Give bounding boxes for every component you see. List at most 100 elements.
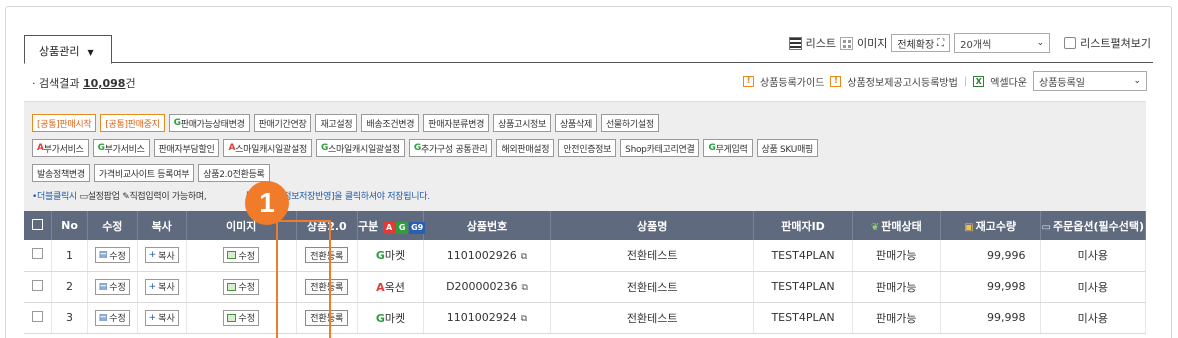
product-name-cell[interactable]: 전환테스트 (550, 302, 755, 334)
image-edit-button[interactable]: 수정 (223, 309, 260, 326)
edit-cell: ▤ 수정 (87, 302, 138, 334)
product20-register-button[interactable]: 상품2.0전환등록 (198, 164, 270, 182)
row-select (24, 302, 52, 334)
button-label: 부가서비스 (104, 144, 145, 155)
sale-status-cell[interactable]: 판매가능 (852, 240, 941, 272)
convert-register-button[interactable]: 전환등록 (305, 247, 349, 264)
stock-cell[interactable]: 99,998 (940, 271, 1041, 303)
weight-input-button[interactable]: G 무게입력 (703, 139, 753, 157)
edit-button[interactable]: ▤ 수정 (94, 278, 130, 295)
sort-select[interactable]: 상품등록일 ⌄ (1033, 71, 1147, 91)
select-all-checkbox[interactable] (31, 218, 43, 230)
auction-mark: A (376, 280, 385, 294)
expand-icon: ⛶ (937, 37, 945, 49)
view-controls: 리스트 이미지 전체확장 ⛶ 20개씩 ⌄ 리스트펼쳐보기 (788, 33, 1151, 53)
expand-all-button[interactable]: 전체확장 ⛶ (891, 34, 951, 52)
type-text: 마켓 (384, 311, 406, 325)
order-option-cell: 미사용 (1040, 271, 1147, 303)
auction-logo-icon: A (383, 221, 396, 234)
product-name-cell[interactable]: 전환테스트 (550, 240, 755, 272)
action-button-panel: [공통]판매시작 [공통]판매중지 G 판매가능상태변경 판매기간연장 재고설정 … (24, 101, 1146, 211)
list-expand-checkbox[interactable] (1064, 37, 1077, 49)
table-row: 2 ▤ 수정 + 복사 수정 전환등록 A옥션 D200000236 ⧉ 전환테스트 … (24, 271, 1147, 303)
button-label: 판매가능상태변경 (180, 119, 245, 130)
price-compare-button[interactable]: 가격비교사이트 등록여부 (93, 164, 195, 182)
gift-setting-button[interactable]: 선물하기설정 (600, 114, 659, 132)
step-number-badge: 1 (245, 181, 289, 225)
row-checkbox[interactable] (31, 279, 43, 291)
product-no-link[interactable]: D200000236 (446, 280, 517, 293)
image-edit-button[interactable]: 수정 (223, 278, 260, 295)
copy-button[interactable]: + 복사 (144, 247, 179, 264)
copy-button[interactable]: + 복사 (144, 278, 179, 295)
product-no-link[interactable]: 1101002926 (447, 249, 517, 262)
product-no-link[interactable]: 1101002924 (447, 311, 517, 324)
image-cell: 수정 (186, 302, 297, 334)
button-label: 무게입력 (715, 144, 748, 155)
edit-button[interactable]: ▤ 수정 (94, 309, 130, 326)
header-type-label: 구분 (358, 219, 379, 233)
row-checkbox[interactable] (31, 248, 43, 260)
expand-all-label: 전체확장 (897, 39, 935, 51)
product-no-cell: D200000236 ⧉ (423, 271, 552, 303)
sale-status-cell[interactable]: 판매가능 (852, 271, 941, 303)
row-checkbox[interactable] (31, 310, 43, 322)
seller-category-button[interactable]: 판매자분류변경 (423, 114, 490, 132)
shop-category-button[interactable]: Shop카테고리연결 (620, 139, 700, 157)
image-edit-button[interactable]: 수정 (223, 247, 260, 264)
sale-status-cell[interactable]: 판매가능 (852, 302, 941, 334)
per-page-select[interactable]: 20개씩 ⌄ (954, 33, 1051, 53)
header-sale-status: ❦ 판매상태 (852, 211, 941, 240)
copy-cell: + 복사 (137, 240, 187, 272)
shipping-change-button[interactable]: 배송조건변경 (361, 114, 420, 132)
product-notice-button[interactable]: 상품고시정보 (493, 114, 552, 132)
addon-common-button[interactable]: G 추가구성 공통관리 (408, 139, 493, 157)
note-text: 직접입력이 가능하며, (129, 192, 207, 202)
help-note: •더블클릭시 ▭설정팝업 ✎직접입력이 가능하며, 목은우측 [정보저장반영]을… (32, 189, 430, 202)
image-icon (227, 313, 237, 322)
gmarket-smilecash-button[interactable]: G 스마일캐시일괄설정 (315, 139, 405, 157)
seller-discount-button[interactable]: 판매자부담할인 (153, 139, 220, 157)
product-register-guide-link[interactable]: 상품등록가이드 (760, 74, 824, 89)
header-stock-label: 재고수량 (975, 219, 1017, 233)
image-view-icon[interactable] (839, 36, 853, 50)
safety-cert-button[interactable]: 안전인증정보 (558, 139, 617, 157)
stop-sale-button[interactable]: [공통]판매중지 (100, 114, 165, 132)
edit-button[interactable]: ▤ 수정 (94, 247, 130, 264)
edit-cell: ▤ 수정 (87, 240, 138, 272)
gmarket-addon-button[interactable]: G 부가서비스 (92, 139, 150, 157)
copy-button[interactable]: + 복사 (144, 309, 179, 326)
document-icon: ▤ (98, 281, 108, 292)
image-view-label[interactable]: 이미지 (857, 35, 887, 51)
start-sale-button[interactable]: [공통]판매시작 (32, 114, 97, 132)
gmarket-mark: G (413, 143, 421, 153)
convert-register-button[interactable]: 전환등록 (305, 309, 349, 326)
external-link-icon[interactable]: ⧉ (521, 314, 527, 324)
excel-download-button[interactable]: 엑셀다운 (990, 74, 1027, 89)
row-no: 1 (51, 240, 89, 272)
shipping-policy-button[interactable]: 발송정책변경 (32, 164, 90, 182)
edit-button-label: 수정 (109, 314, 126, 324)
sku-mapping-button[interactable]: 상품 SKU매핑 (756, 139, 819, 157)
list-view-label[interactable]: 리스트 (806, 35, 836, 51)
external-link-icon[interactable]: ⧉ (522, 283, 528, 293)
tab-product-management[interactable]: 상품관리 ▼ (24, 35, 112, 64)
sale-status-change-button[interactable]: G 판매가능상태변경 (168, 114, 250, 132)
overseas-sale-button[interactable]: 해외판매설정 (496, 139, 555, 157)
stock-cell[interactable]: 99,998 (940, 302, 1041, 334)
extend-period-button[interactable]: 판매기간연장 (253, 114, 312, 132)
header-no: No (51, 211, 89, 240)
external-link-icon[interactable]: ⧉ (521, 252, 527, 262)
stock-cell[interactable]: 99,996 (940, 240, 1041, 272)
convert-register-button[interactable]: 전환등록 (305, 278, 349, 295)
info-notice-guide-link[interactable]: 상품정보제공고시등록방법 (847, 74, 957, 89)
stock-setting-button[interactable]: 재고설정 (315, 114, 358, 132)
list-view-icon[interactable] (788, 36, 802, 50)
result-count: 10,098 (82, 77, 126, 90)
tab-bar: 상품관리 ▼ 리스트 이미지 전체확장 ⛶ 20개씩 ⌄ 리스트펼쳐보기 (24, 27, 1153, 64)
product-name-cell[interactable]: 전환테스트 (550, 271, 755, 303)
button-label: 추가구성 공통관리 (420, 144, 488, 155)
auction-smilecash-button[interactable]: A 스마일캐시일괄설정 (223, 139, 312, 157)
auction-addon-button[interactable]: A 부가서비스 (32, 139, 89, 157)
delete-product-button[interactable]: 상품삭제 (555, 114, 597, 132)
